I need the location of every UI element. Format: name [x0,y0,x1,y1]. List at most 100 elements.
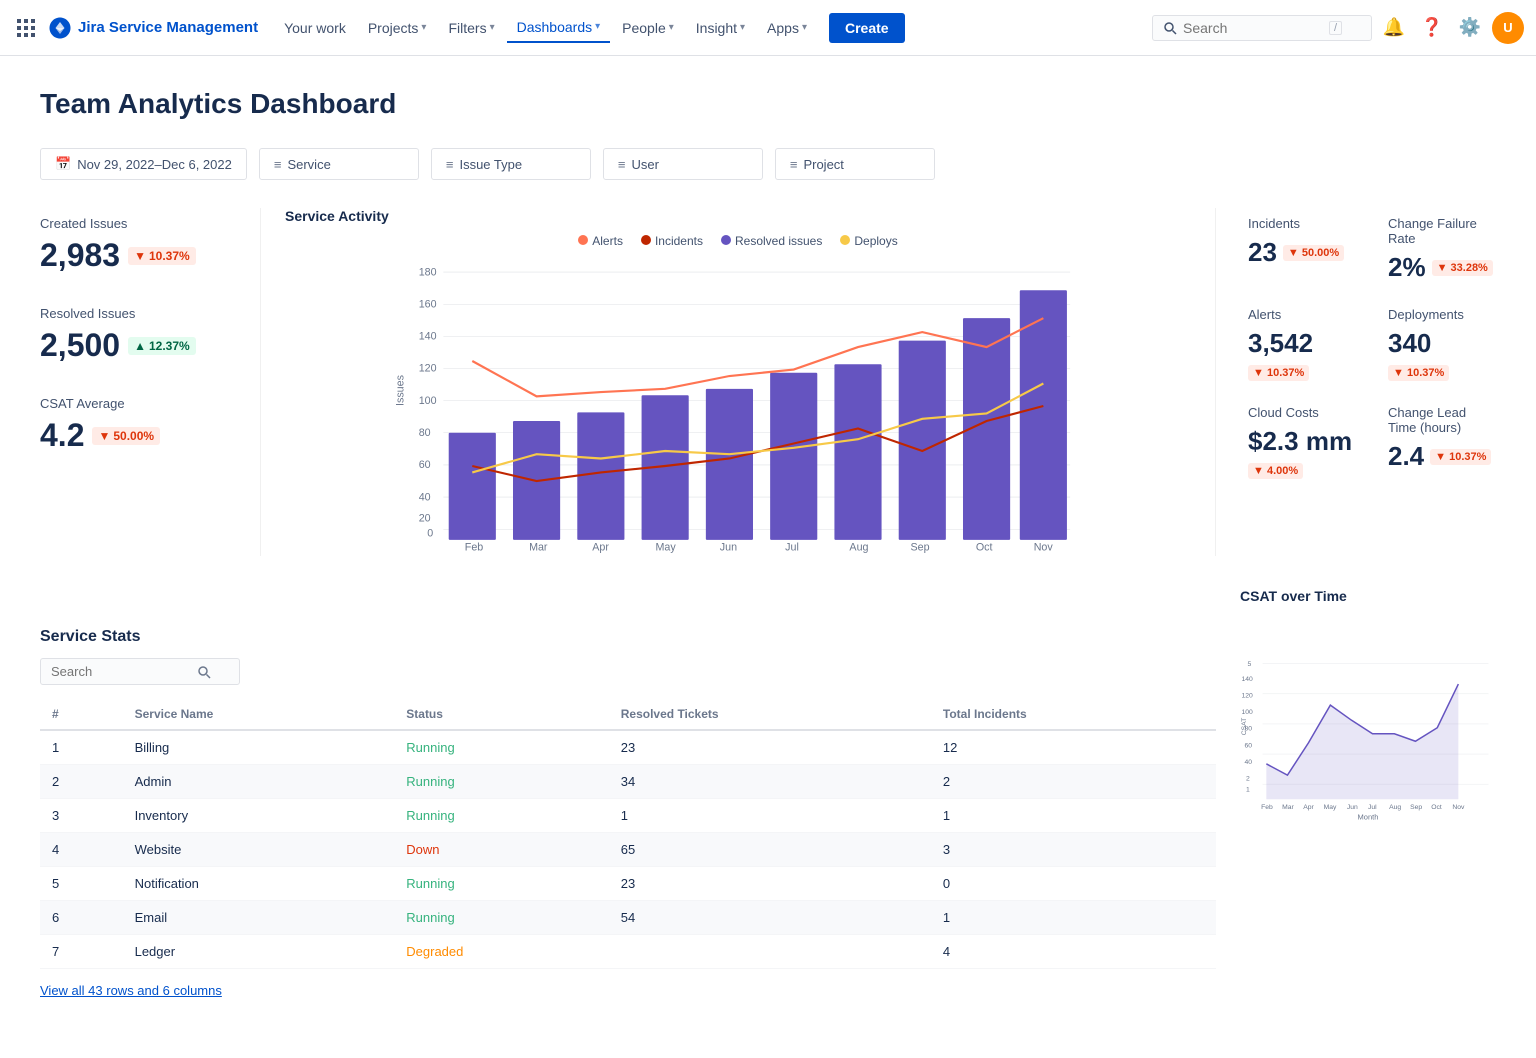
metric-alerts-badge: ▼ 10.37% [1248,365,1309,381]
col-resolved: Resolved Tickets [609,699,931,730]
svg-text:Issues: Issues [395,375,407,406]
search-kbd: / [1329,21,1342,35]
filter-service[interactable]: ≡ Service [259,148,419,180]
cell-service-name: Notification [123,867,395,901]
csat-chart: CSAT over Time 5 140 120 100 80 60 40 2 … [1216,588,1496,867]
cell-service-name: Inventory [123,799,395,833]
grid-menu-icon[interactable] [12,14,40,42]
search-box[interactable]: / [1152,15,1372,41]
svg-text:Apr: Apr [592,542,609,554]
metric-deployments: Deployments 340 ▼ 10.37% [1388,307,1496,381]
table-row: 7 Ledger Degraded 4 [40,935,1216,969]
svg-text:Oct: Oct [1431,804,1442,811]
csat-label: CSAT Average [40,396,228,411]
resolved-issues-badge: ▲ 12.37% [128,337,196,355]
svg-text:Month: Month [1358,813,1379,822]
nav-apps[interactable]: Apps ▾ [757,14,817,42]
svg-text:Aug: Aug [1389,804,1401,811]
nav-your-work[interactable]: Your work [274,14,356,42]
filter-date-range[interactable]: 📅 Nov 29, 2022–Dec 6, 2022 [40,148,247,180]
csat-badge: ▼ 50.00% [92,427,160,445]
filter-issue-type[interactable]: ≡ Issue Type [431,148,591,180]
svg-text:CSAT: CSAT [1241,718,1248,736]
svg-text:Oct: Oct [976,542,993,554]
settings-button[interactable]: ⚙️ [1454,12,1486,44]
svg-text:120: 120 [419,363,437,375]
filter-project[interactable]: ≡ Project [775,148,935,180]
svg-text:Apr: Apr [1303,804,1314,811]
table-search-input[interactable] [51,664,191,679]
search-input[interactable] [1183,20,1323,36]
search-icon [1163,21,1177,35]
svg-text:Mar: Mar [1282,804,1294,811]
notifications-button[interactable]: 🔔 [1378,12,1410,44]
table-header-row: # Service Name Status Resolved Tickets T… [40,699,1216,730]
avatar[interactable]: U [1492,12,1524,44]
svg-text:0: 0 [427,528,433,540]
left-stats: Created Issues 2,983 ▼ 10.37% Resolved I… [40,208,260,556]
nav-filters[interactable]: Filters ▾ [438,14,504,42]
alerts-line [472,318,1043,396]
filter-service-label: Service [287,157,330,172]
resolved-issues-value: 2,500 ▲ 12.37% [40,327,228,364]
table-search-box[interactable] [40,658,240,685]
svg-text:Sep: Sep [1410,804,1422,811]
table-row: 3 Inventory Running 1 1 [40,799,1216,833]
svg-text:Jul: Jul [785,542,799,554]
cell-resolved: 1 [609,799,931,833]
people-chevron: ▾ [669,22,674,33]
view-all-link[interactable]: View all 43 rows and 6 columns [40,983,222,998]
metric-incidents: Incidents 23 ▼ 50.00% [1248,216,1356,283]
metric-incidents-badge: ▼ 50.00% [1283,245,1344,261]
created-issues-block: Created Issues 2,983 ▼ 10.37% [40,216,228,274]
cell-resolved [609,935,931,969]
nav-people[interactable]: People ▾ [612,14,684,42]
main-grid: Created Issues 2,983 ▼ 10.37% Resolved I… [40,208,1496,556]
metrics-grid: Incidents 23 ▼ 50.00% Change Failure Rat… [1248,216,1496,479]
create-button[interactable]: Create [829,13,905,43]
filter-issue-label: Issue Type [459,157,522,172]
svg-text:Feb: Feb [1261,804,1273,811]
svg-text:140: 140 [1242,676,1254,683]
topnav: Jira Service Management Your work Projec… [0,0,1536,56]
nav-links: Your work Projects ▾ Filters ▾ Dashboard… [274,13,817,43]
filters-chevron: ▾ [490,22,495,33]
metric-deployments-label: Deployments [1388,307,1496,322]
service-stats: Service Stats # Service Name Status [40,628,1216,998]
svg-text:5: 5 [1248,661,1252,668]
nav-dashboards[interactable]: Dashboards ▾ [507,13,611,43]
help-button[interactable]: ❓ [1416,12,1448,44]
cell-status: Running [394,799,608,833]
filter-service-icon: ≡ [274,157,282,172]
app-logo[interactable]: Jira Service Management [48,16,258,40]
metric-deployments-value: 340 ▼ 10.37% [1388,328,1496,381]
nav-right: / 🔔 ❓ ⚙️ U [1152,12,1524,44]
csat-title: CSAT over Time [1240,588,1496,604]
svg-text:40: 40 [1245,759,1253,766]
cell-incidents: 1 [931,799,1216,833]
cell-service-name: Email [123,901,395,935]
metric-cfr-value: 2% ▼ 33.28% [1388,252,1496,283]
filter-user[interactable]: ≡ User [603,148,763,180]
legend-alerts: Alerts [578,234,623,248]
csat-block: CSAT Average 4.2 ▼ 50.00% [40,396,228,454]
csat-chart-svg: 5 140 120 100 80 60 40 2 1 CSAT [1240,614,1496,864]
svg-text:20: 20 [419,513,431,525]
svg-text:Jul: Jul [1368,804,1377,811]
created-issues-label: Created Issues [40,216,228,231]
created-issues-badge: ▼ 10.37% [128,247,196,265]
svg-text:Nov: Nov [1034,542,1054,554]
cell-service-name: Website [123,833,395,867]
svg-text:40: 40 [419,491,431,503]
metric-change-lead-time: Change Lead Time (hours) 2.4 ▼ 10.37% [1388,405,1496,479]
svg-text:Feb: Feb [465,542,483,554]
col-service-name: Service Name [123,699,395,730]
nav-projects[interactable]: Projects ▾ [358,14,437,42]
nav-insight[interactable]: Insight ▾ [686,14,755,42]
svg-text:Nov: Nov [1452,804,1465,811]
legend-incidents: Incidents [641,234,703,248]
svg-text:80: 80 [419,427,431,439]
cell-num: 7 [40,935,123,969]
filter-date-label: Nov 29, 2022–Dec 6, 2022 [77,157,232,172]
cell-resolved: 34 [609,765,931,799]
